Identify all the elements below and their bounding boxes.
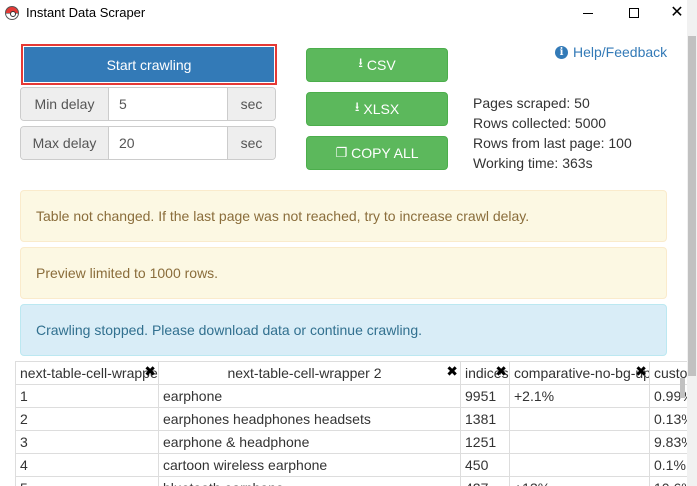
table-cell: 1 — [15, 384, 159, 408]
table-scrollbar-thumb[interactable] — [680, 378, 685, 398]
rows-last-page-stat: Rows from last page: 100 — [473, 135, 632, 151]
data-preview-table-container[interactable]: next-table-cell-wrapper ✖ next-table-cell… — [15, 361, 687, 486]
remove-column-icon[interactable]: ✖ — [495, 364, 507, 378]
table-cell: earphones headphones headsets — [158, 407, 461, 431]
table-cell: 427 — [460, 476, 510, 486]
table-cell — [509, 453, 650, 477]
table-row: 3 earphone & headphone 1251 9.83% — [15, 430, 687, 454]
table-cell: 1381 — [460, 407, 510, 431]
table-cell: 9.83% — [649, 430, 687, 454]
scrollbar-thumb[interactable] — [688, 36, 696, 376]
close-icon: ✕ — [670, 4, 684, 21]
column-header: indices ✖ — [460, 361, 510, 385]
table-row: 4 cartoon wireless earphone 450 0.1% — [15, 453, 687, 477]
xlsx-download-button[interactable]: ⭳ XLSX — [306, 92, 448, 126]
column-header: next-table-cell-wrapper 2 ✖ — [158, 361, 461, 385]
table-cell: 0.1% — [649, 453, 687, 477]
maximize-icon — [629, 8, 639, 18]
table-row: 5 bluetooth earphone 427 +13% 10.6% — [15, 476, 687, 486]
preview-limited-alert: Preview limited to 1000 rows. — [20, 247, 667, 299]
min-delay-label: Min delay — [21, 88, 109, 120]
table-cell — [509, 407, 650, 431]
table-cell — [509, 430, 650, 454]
xlsx-label: XLSX — [363, 101, 400, 117]
download-icon: ⭳ — [358, 55, 363, 70]
table-cell: 2 — [15, 407, 159, 431]
max-delay-unit: sec — [227, 127, 275, 159]
table-cell: 5 — [15, 476, 159, 486]
title-bar: Instant Data Scraper ✕ — [0, 0, 697, 26]
table-cell: bluetooth earphone — [158, 476, 461, 486]
table-cell: 450 — [460, 453, 510, 477]
table-cell: 10.6% — [649, 476, 687, 486]
table-row: 1 earphone 9951 +2.1% 0.99% — [15, 384, 687, 408]
column-header: comparative-no-bg-up ✖ — [509, 361, 650, 385]
min-delay-group: Min delay 5 sec — [20, 87, 276, 121]
window-title: Instant Data Scraper — [26, 5, 146, 20]
table-cell: 4 — [15, 453, 159, 477]
table-cell: earphone — [158, 384, 461, 408]
working-time-stat: Working time: 363s — [473, 155, 593, 171]
minimize-button[interactable] — [565, 0, 611, 26]
start-crawling-label: Start crawling — [24, 47, 274, 82]
max-delay-input[interactable]: 20 — [109, 127, 227, 159]
copy-all-button[interactable]: ❐ COPY ALL — [306, 136, 448, 170]
table-cell: +13% — [509, 476, 650, 486]
min-delay-input[interactable]: 5 — [109, 88, 227, 120]
copy-all-label: COPY ALL — [351, 145, 419, 161]
remove-column-icon[interactable]: ✖ — [144, 364, 156, 378]
column-header: next-table-cell-wrapper ✖ — [15, 361, 159, 385]
table-not-changed-alert: Table not changed. If the last page was … — [20, 190, 667, 242]
column-header-label: comparative-no-bg-up — [514, 365, 650, 381]
table-cell: 1251 — [460, 430, 510, 454]
remove-column-icon[interactable]: ✖ — [635, 364, 647, 378]
pokeball-app-icon — [5, 6, 19, 20]
table-cell: earphone & headphone — [158, 430, 461, 454]
copy-icon: ❐ — [335, 145, 348, 160]
minimize-icon — [583, 12, 593, 14]
help-feedback-label: Help/Feedback — [573, 44, 668, 60]
column-header-label: next-table-cell-wrapper 2 — [227, 365, 382, 381]
info-icon: i — [555, 45, 568, 59]
table-cell: 0.13% — [649, 407, 687, 431]
table-row: 2 earphones headphones headsets 1381 0.1… — [15, 407, 687, 431]
download-icon: ⭳ — [354, 99, 360, 114]
table-header-row: next-table-cell-wrapper ✖ next-table-cell… — [15, 361, 687, 385]
crawl-stats: Pages scraped: 50 Rows collected: 5000 R… — [473, 93, 632, 173]
table-cell: 9951 — [460, 384, 510, 408]
min-delay-unit: sec — [227, 88, 275, 120]
start-crawling-button[interactable]: Start crawling — [21, 44, 277, 85]
rows-collected-stat: Rows collected: 5000 — [473, 115, 607, 131]
table-cell: +2.1% — [509, 384, 650, 408]
column-header-label: next-table-cell-wrapper — [20, 365, 159, 381]
help-feedback-link[interactable]: i Help/Feedback — [555, 44, 667, 60]
table-cell: cartoon wireless earphone — [158, 453, 461, 477]
max-delay-label: Max delay — [21, 127, 109, 159]
csv-label: CSV — [366, 57, 396, 73]
csv-download-button[interactable]: ⭳ CSV — [306, 48, 448, 82]
table-cell: 3 — [15, 430, 159, 454]
pages-scraped-stat: Pages scraped: 50 — [473, 95, 590, 111]
data-preview-table: next-table-cell-wrapper ✖ next-table-cell… — [15, 361, 687, 486]
maximize-button[interactable] — [611, 0, 657, 26]
remove-column-icon[interactable]: ✖ — [446, 364, 458, 378]
max-delay-group: Max delay 20 sec — [20, 126, 276, 160]
crawling-stopped-alert: Crawling stopped. Please download data o… — [20, 304, 667, 356]
